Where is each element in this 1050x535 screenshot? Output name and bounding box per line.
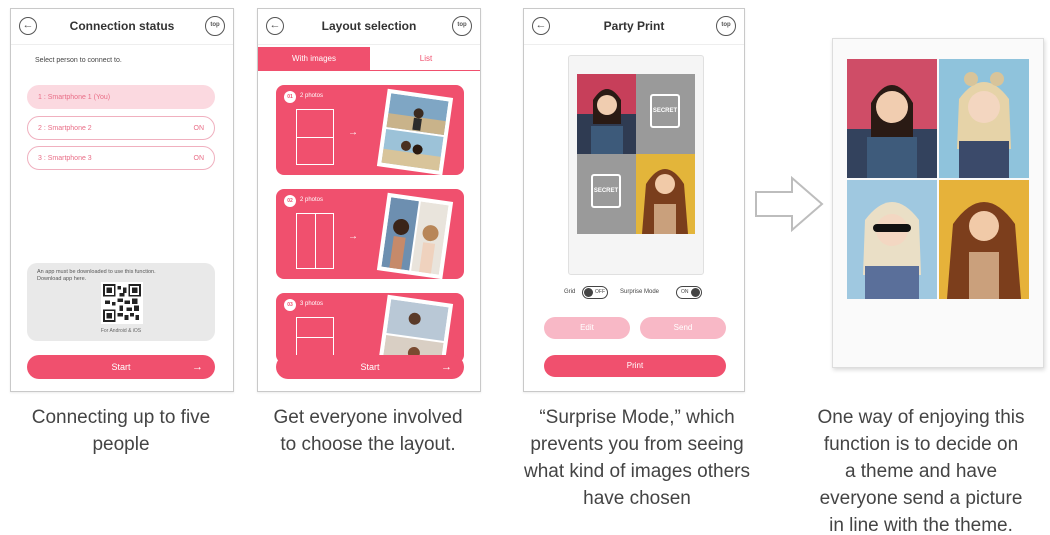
secret-label: SECRET [650,94,680,128]
arrow-right-icon [755,176,824,232]
caption-line: function is to decide on [823,434,1019,455]
grid-state: OFF [595,289,605,295]
toggle-knob [691,288,700,297]
photo-grid: SECRET SECRET [577,74,695,234]
layout-frame-icon [296,317,334,357]
send-button[interactable]: Send [640,317,726,339]
back-arrow-icon[interactable]: ← [19,17,37,35]
person-row-1[interactable]: 1 : Smartphone 1 (You) [27,85,215,109]
tab-list[interactable]: List [370,47,480,71]
top-bar: ← Party Print top [524,9,744,45]
arrow-right-icon: → [348,231,358,242]
caption-line: to choose the layout. [280,434,456,455]
secret-label: SECRET [591,174,621,208]
instax-photo-3 [847,180,937,299]
caption-line: “Surprise Mode,” which [539,407,735,428]
preview-photo-1[interactable] [577,74,636,154]
top-bar: ← Layout selection top [258,9,480,45]
start-button[interactable]: Start → [27,355,215,379]
caption-line: One way of enjoying this [817,407,1025,428]
grid-label: Grid [564,289,576,295]
print-button[interactable]: Print [544,355,726,377]
person-status: ON [193,155,205,162]
caption-layout: Get everyone involved to choose the layo… [248,404,488,458]
options-row: Grid OFF Surprise Mode ON [524,285,744,301]
caption-line: people [92,434,150,455]
instax-photo-grid [847,59,1029,299]
layout-card-3[interactable]: 03 3 photos [276,293,464,363]
connection-status-screen: ← Connection status top Select person to… [10,8,234,392]
preview-photo-4[interactable] [636,154,695,234]
person-status: ON [193,125,205,132]
back-arrow-icon[interactable]: ← [532,17,550,35]
person-row-3[interactable]: 3 : Smartphone 3 ON [27,146,215,170]
caption-line: have chosen [583,488,691,509]
view-tabs: With images List [258,47,480,71]
layout-name: 2 photos [300,197,324,203]
home-top-icon[interactable]: top [716,16,736,36]
select-person-prompt: Select person to connect to. [35,57,122,64]
person-label: 2 : Smartphone 2 [38,125,92,132]
edit-button[interactable]: Edit [544,317,630,339]
layout-selection-screen: ← Layout selection top With images List … [257,8,481,392]
arrow-right-icon: → [348,127,358,138]
caption-connecting: Connecting up to five people [8,404,234,458]
back-arrow-icon[interactable]: ← [266,17,284,35]
caption-line: Connecting up to five [31,407,211,428]
surprise-mode-toggle[interactable]: ON [676,286,702,299]
toggle-knob [584,288,593,297]
instax-photo-4 [939,180,1029,299]
tab-with-images[interactable]: With images [258,47,370,71]
caption-line: prevents you from seeing [530,434,744,455]
caption-line: a theme and have [844,461,998,482]
layout-frame-icon [296,109,334,165]
start-label: Start [360,362,380,372]
layout-preview-photo [376,294,454,363]
layout-name: 3 photos [300,301,324,307]
person-row-2[interactable]: 2 : Smartphone 2 ON [27,116,215,140]
layout-card-2[interactable]: 02 2 photos → [276,189,464,279]
download-text: An app must be downloaded to use this fu… [37,269,156,282]
screen-title: Connection status [69,19,175,33]
arrow-right-icon: → [441,361,452,373]
layout-number-badge: 01 [284,91,296,103]
caption-theme: One way of enjoying this function is to … [794,404,1048,535]
layout-name: 2 photos [300,93,324,99]
secret-photo-3[interactable]: SECRET [577,154,636,234]
home-top-icon[interactable]: top [452,16,472,36]
download-footer: For Android & iOS [100,328,142,334]
person-label: 1 : Smartphone 1 (You) [38,94,111,101]
qr-code-icon[interactable] [101,282,143,324]
layout-number-badge: 02 [284,195,296,207]
layout-preview-photo [376,192,454,279]
layout-frame-icon [296,213,334,269]
party-print-screen: ← Party Print top SECRET SECRET Grid OFF… [523,8,745,392]
caption-line: in line with the theme. [829,515,1013,535]
caption-line: everyone send a picture [819,488,1023,509]
caption-line: what kind of images others [523,461,750,482]
start-label: Start [111,362,131,372]
arrow-right-icon: → [192,361,203,373]
layout-preview-photo [376,88,454,175]
secret-photo-2[interactable]: SECRET [636,74,695,154]
instax-photo-2 [939,59,1029,178]
surprise-mode-label: Surprise Mode [620,289,660,295]
caption-line: Get everyone involved [273,407,463,428]
layout-card-1[interactable]: 01 2 photos → [276,85,464,175]
app-download-box: An app must be downloaded to use this fu… [27,263,215,341]
surprise-state: ON [681,289,689,295]
caption-surprise-mode: “Surprise Mode,” which prevents you from… [494,404,780,512]
top-bar: ← Connection status top [11,9,233,45]
print-preview: SECRET SECRET [568,55,704,275]
instax-photo-1 [847,59,937,178]
printed-instax-photo [832,38,1044,368]
screen-title: Layout selection [321,19,417,33]
layout-number-badge: 03 [284,299,296,311]
grid-toggle[interactable]: OFF [582,286,608,299]
start-button[interactable]: Start → [276,355,464,379]
person-label: 3 : Smartphone 3 [38,155,92,162]
screen-title: Party Print [603,19,665,33]
home-top-icon[interactable]: top [205,16,225,36]
